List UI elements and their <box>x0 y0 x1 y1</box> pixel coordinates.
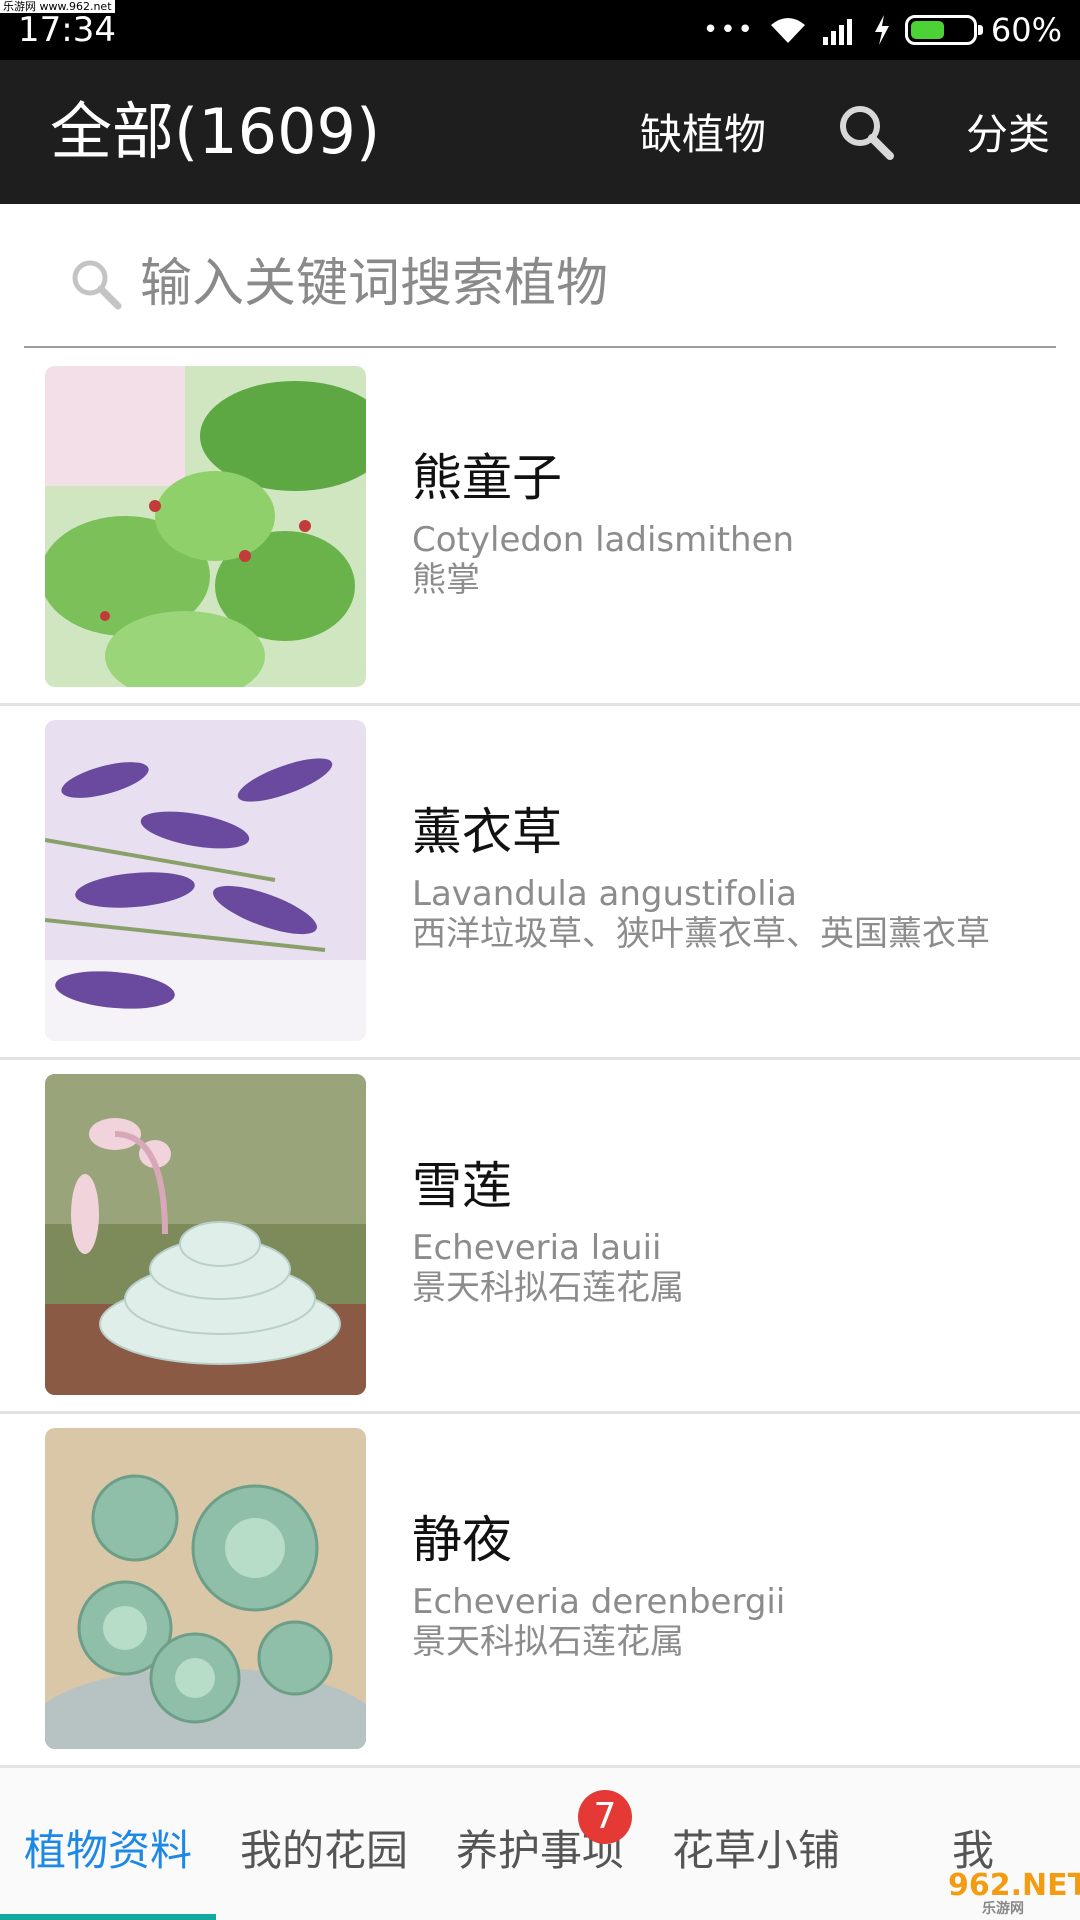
status-bar: 17:34 ••• 60% 乐游网 www.962.net <box>0 0 1080 60</box>
plant-latin-name: Cotyledon ladismithen <box>412 520 795 560</box>
bottom-nav: 植物资料 我的花园 养护事项 花草小铺 我 7 <box>0 1766 1080 1920</box>
tab-indicator <box>0 1914 216 1920</box>
plant-name: 薰衣草 <box>412 803 562 861</box>
plant-image <box>45 1428 366 1749</box>
list-item[interactable]: 静夜 Echeveria derenbergii 景天科拟石莲花属 <box>0 1414 1080 1768</box>
more-dots-icon: ••• <box>702 15 755 45</box>
search-icon[interactable] <box>834 100 898 164</box>
plant-latin-name: Echeveria derenbergii <box>412 1582 786 1622</box>
plant-list: 熊童子 Cotyledon ladismithen 熊掌 薰衣草 Lavandu… <box>0 352 1080 1768</box>
search-icon <box>72 260 122 310</box>
category-button[interactable]: 分类 <box>966 108 1050 162</box>
tab-plant-shop[interactable]: 花草小铺 <box>672 1824 840 1878</box>
tab-my-garden[interactable]: 我的花园 <box>240 1824 408 1878</box>
wifi-icon <box>770 18 805 43</box>
notification-badge: 7 <box>578 1790 632 1844</box>
plant-name: 雪莲 <box>412 1157 512 1215</box>
search-input[interactable] <box>140 240 1020 328</box>
signal-icon <box>822 19 852 45</box>
battery-percent: 60% <box>990 11 1062 49</box>
plant-alias: 熊掌 <box>412 560 480 600</box>
missing-plant-button[interactable]: 缺植物 <box>640 108 766 162</box>
status-icons: ••• 60% <box>703 8 1062 52</box>
screen: 17:34 ••• 60% 乐游网 www.962.net 全部(1609) 缺… <box>0 0 1080 1920</box>
watermark-text: 乐游网 www.962.net <box>0 0 115 13</box>
charging-icon <box>874 15 889 45</box>
list-item[interactable]: 雪莲 Echeveria lauii 景天科拟石莲花属 <box>0 1060 1080 1414</box>
app-bar: 全部(1609) 缺植物 分类 <box>0 60 1080 204</box>
battery-icon <box>904 15 983 45</box>
plant-alias: 景天科拟石莲花属 <box>412 1268 684 1308</box>
search-bar <box>24 220 1056 348</box>
plant-alias: 景天科拟石莲花属 <box>412 1622 684 1662</box>
plant-latin-name: Echeveria lauii <box>412 1228 662 1268</box>
plant-name: 静夜 <box>412 1511 512 1569</box>
watermark-logo-subtext: 乐游网 <box>982 1901 1024 1917</box>
page-title: 全部(1609) <box>50 95 381 168</box>
battery-level-fill <box>910 21 945 39</box>
site-logo-watermark: 962.NET 乐游网 <box>942 1868 1080 1917</box>
plant-image <box>45 366 366 687</box>
list-item[interactable]: 熊童子 Cotyledon ladismithen 熊掌 <box>0 352 1080 706</box>
status-time: 17:34 <box>18 10 116 50</box>
plant-alias: 西洋垃圾草、狭叶薰衣草、英国薰衣草 <box>412 914 990 954</box>
plant-latin-name: Lavandula angustifolia <box>412 874 798 914</box>
plant-image <box>45 1074 366 1395</box>
tab-plant-info[interactable]: 植物资料 <box>24 1824 192 1878</box>
plant-name: 熊童子 <box>412 449 562 507</box>
list-item[interactable]: 薰衣草 Lavandula angustifolia 西洋垃圾草、狭叶薰衣草、英… <box>0 706 1080 1060</box>
plant-image <box>45 720 366 1041</box>
